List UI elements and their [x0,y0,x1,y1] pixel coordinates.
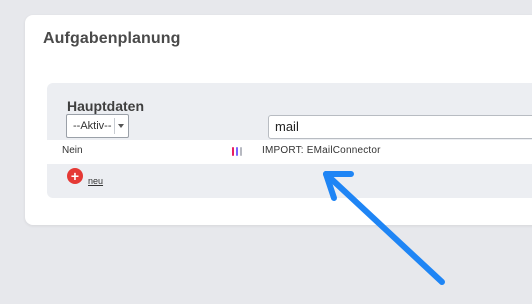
main-data-panel: Hauptdaten --Aktiv-- Nein IMPORT: EMailC… [47,83,532,198]
task-planning-card: Aufgabenplanung Hauptdaten --Aktiv-- Nei… [25,15,532,225]
page-title: Aufgabenplanung [43,30,181,47]
priority-bar [236,147,238,156]
search-input[interactable] [275,119,532,134]
priority-bar [232,147,234,156]
new-link[interactable]: neu [88,176,103,186]
task-name-cell: IMPORT: EMailConnector [262,145,381,156]
priority-bar [240,147,242,156]
table-row[interactable]: Nein IMPORT: EMailConnector [47,140,532,164]
active-cell: Nein [62,145,83,156]
search-field[interactable] [268,115,532,139]
plus-circle-icon[interactable]: + [67,168,83,184]
chevron-down-icon [118,124,124,128]
status-filter-select[interactable]: --Aktiv-- [66,114,129,138]
priority-bars-icon [232,147,242,156]
status-filter-value: --Aktiv-- [73,120,112,132]
section-title: Hauptdaten [67,98,144,114]
select-divider [114,118,115,134]
